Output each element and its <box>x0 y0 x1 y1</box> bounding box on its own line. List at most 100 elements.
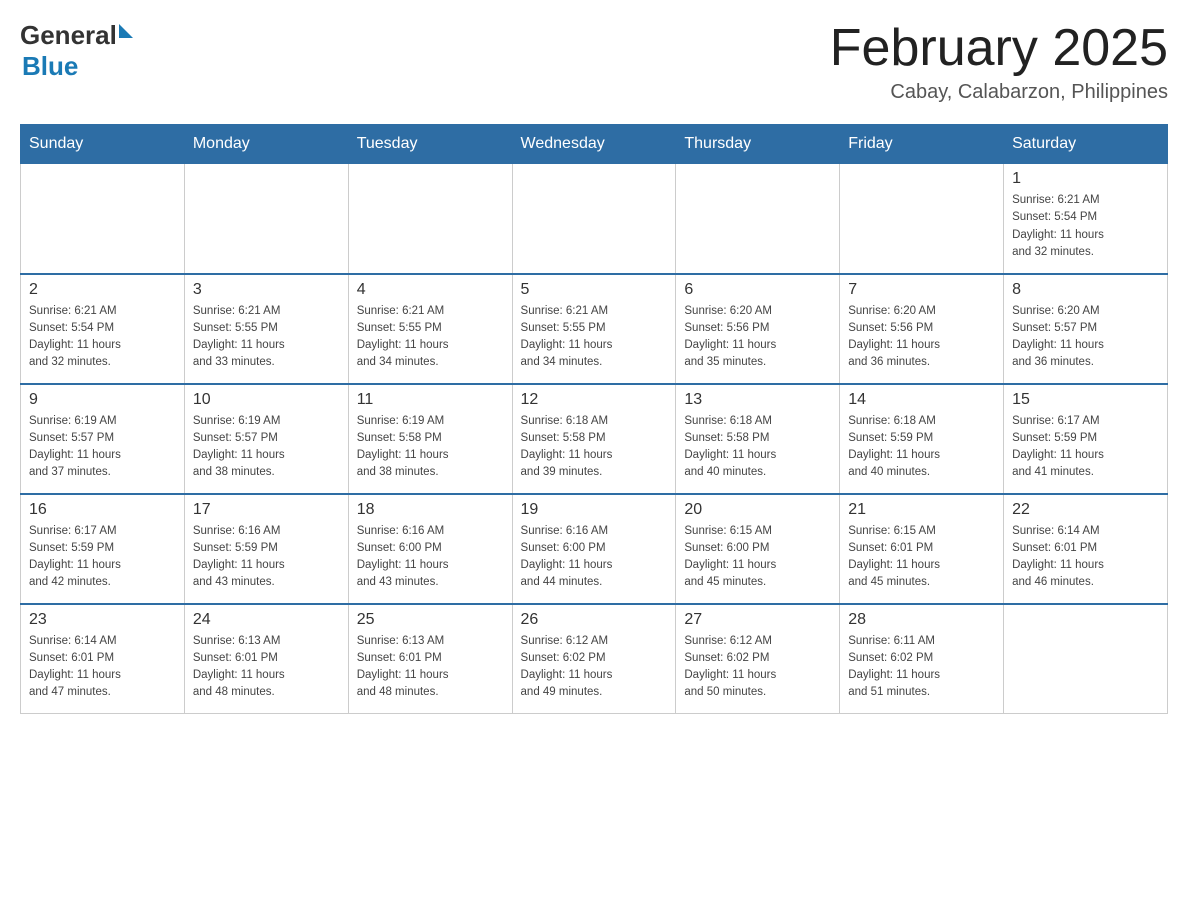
calendar-cell: 13 Sunrise: 6:18 AMSunset: 5:58 PMDayligh… <box>676 384 840 494</box>
day-number: 12 <box>521 391 668 409</box>
calendar-week-row: 2 Sunrise: 6:21 AMSunset: 5:54 PMDaylight… <box>21 274 1168 384</box>
calendar-cell: 1Sunrise: 6:21 AMSunset: 5:54 PMDaylight… <box>1004 164 1168 274</box>
day-number: 23 <box>29 611 176 629</box>
calendar-cell: 18 Sunrise: 6:16 AMSunset: 6:00 PMDayligh… <box>348 494 512 604</box>
day-number: 21 <box>848 501 995 519</box>
calendar-cell: 24 Sunrise: 6:13 AMSunset: 6:01 PMDayligh… <box>184 604 348 714</box>
calendar-cell <box>184 164 348 274</box>
day-info: Sunrise: 6:18 AMSunset: 5:58 PMDaylight:… <box>684 413 831 482</box>
day-info: Sunrise: 6:14 AMSunset: 6:01 PMDaylight:… <box>29 633 176 702</box>
calendar-week-row: 23 Sunrise: 6:14 AMSunset: 6:01 PMDayligh… <box>21 604 1168 714</box>
day-info: Sunrise: 6:20 AMSunset: 5:57 PMDaylight:… <box>1012 303 1159 372</box>
calendar-cell: 20 Sunrise: 6:15 AMSunset: 6:00 PMDayligh… <box>676 494 840 604</box>
page-header: General Blue February 2025 Cabay, Calaba… <box>20 20 1168 104</box>
calendar-cell <box>676 164 840 274</box>
day-of-week-header: Tuesday <box>348 125 512 164</box>
day-info: Sunrise: 6:19 AMSunset: 5:58 PMDaylight:… <box>357 413 504 482</box>
day-info: Sunrise: 6:15 AMSunset: 6:01 PMDaylight:… <box>848 523 995 592</box>
day-number: 13 <box>684 391 831 409</box>
calendar-cell: 15 Sunrise: 6:17 AMSunset: 5:59 PMDayligh… <box>1004 384 1168 494</box>
day-number: 15 <box>1012 391 1159 409</box>
day-number: 4 <box>357 281 504 299</box>
day-number: 17 <box>193 501 340 519</box>
day-number: 27 <box>684 611 831 629</box>
day-info: Sunrise: 6:19 AMSunset: 5:57 PMDaylight:… <box>193 413 340 482</box>
day-number: 20 <box>684 501 831 519</box>
day-info: Sunrise: 6:21 AMSunset: 5:55 PMDaylight:… <box>521 303 668 372</box>
calendar-cell: 3Sunrise: 6:21 AMSunset: 5:55 PMDaylight… <box>184 274 348 384</box>
day-number: 6 <box>684 281 831 299</box>
day-info: Sunrise: 6:16 AMSunset: 6:00 PMDaylight:… <box>357 523 504 592</box>
calendar-cell: 16Sunrise: 6:17 AMSunset: 5:59 PMDayligh… <box>21 494 185 604</box>
calendar-cell: 21 Sunrise: 6:15 AMSunset: 6:01 PMDayligh… <box>840 494 1004 604</box>
calendar-cell: 7 Sunrise: 6:20 AMSunset: 5:56 PMDaylight… <box>840 274 1004 384</box>
day-number: 2 <box>29 281 176 299</box>
calendar-cell: 23 Sunrise: 6:14 AMSunset: 6:01 PMDayligh… <box>21 604 185 714</box>
logo-general: General <box>20 20 117 51</box>
calendar-cell: 5 Sunrise: 6:21 AMSunset: 5:55 PMDaylight… <box>512 274 676 384</box>
calendar-cell <box>348 164 512 274</box>
day-number: 18 <box>357 501 504 519</box>
calendar-cell: 26Sunrise: 6:12 AMSunset: 6:02 PMDayligh… <box>512 604 676 714</box>
day-number: 22 <box>1012 501 1159 519</box>
day-info: Sunrise: 6:21 AMSunset: 5:54 PMDaylight:… <box>29 303 176 372</box>
day-info: Sunrise: 6:12 AMSunset: 6:02 PMDaylight:… <box>521 633 668 702</box>
calendar-cell <box>512 164 676 274</box>
calendar-cell: 22 Sunrise: 6:14 AMSunset: 6:01 PMDayligh… <box>1004 494 1168 604</box>
day-number: 24 <box>193 611 340 629</box>
calendar-cell: 28Sunrise: 6:11 AMSunset: 6:02 PMDayligh… <box>840 604 1004 714</box>
day-info: Sunrise: 6:20 AMSunset: 5:56 PMDaylight:… <box>684 303 831 372</box>
logo: General Blue <box>20 20 133 82</box>
day-info: Sunrise: 6:19 AMSunset: 5:57 PMDaylight:… <box>29 413 176 482</box>
day-number: 25 <box>357 611 504 629</box>
day-of-week-header: Wednesday <box>512 125 676 164</box>
logo-blue: Blue <box>22 51 78 82</box>
day-info: Sunrise: 6:13 AMSunset: 6:01 PMDaylight:… <box>193 633 340 702</box>
calendar-cell: 6 Sunrise: 6:20 AMSunset: 5:56 PMDaylight… <box>676 274 840 384</box>
day-info: Sunrise: 6:16 AMSunset: 6:00 PMDaylight:… <box>521 523 668 592</box>
location-subtitle: Cabay, Calabarzon, Philippines <box>830 81 1168 104</box>
calendar-cell: 14Sunrise: 6:18 AMSunset: 5:59 PMDayligh… <box>840 384 1004 494</box>
day-of-week-header: Saturday <box>1004 125 1168 164</box>
day-number: 11 <box>357 391 504 409</box>
day-number: 8 <box>1012 281 1159 299</box>
day-info: Sunrise: 6:13 AMSunset: 6:01 PMDaylight:… <box>357 633 504 702</box>
day-number: 5 <box>521 281 668 299</box>
calendar-week-row: 1Sunrise: 6:21 AMSunset: 5:54 PMDaylight… <box>21 164 1168 274</box>
day-number: 7 <box>848 281 995 299</box>
calendar-cell: 11 Sunrise: 6:19 AMSunset: 5:58 PMDayligh… <box>348 384 512 494</box>
calendar-cell: 17 Sunrise: 6:16 AMSunset: 5:59 PMDayligh… <box>184 494 348 604</box>
calendar-cell: 19 Sunrise: 6:16 AMSunset: 6:00 PMDayligh… <box>512 494 676 604</box>
calendar-week-row: 9Sunrise: 6:19 AMSunset: 5:57 PMDaylight… <box>21 384 1168 494</box>
calendar-table: SundayMondayTuesdayWednesdayThursdayFrid… <box>20 124 1168 714</box>
calendar-cell: 10 Sunrise: 6:19 AMSunset: 5:57 PMDayligh… <box>184 384 348 494</box>
day-number: 19 <box>521 501 668 519</box>
calendar-cell: 12 Sunrise: 6:18 AMSunset: 5:58 PMDayligh… <box>512 384 676 494</box>
day-of-week-header: Friday <box>840 125 1004 164</box>
calendar-cell: 25 Sunrise: 6:13 AMSunset: 6:01 PMDayligh… <box>348 604 512 714</box>
calendar-cell <box>1004 604 1168 714</box>
day-info: Sunrise: 6:16 AMSunset: 5:59 PMDaylight:… <box>193 523 340 592</box>
day-info: Sunrise: 6:20 AMSunset: 5:56 PMDaylight:… <box>848 303 995 372</box>
day-info: Sunrise: 6:14 AMSunset: 6:01 PMDaylight:… <box>1012 523 1159 592</box>
calendar-cell: 27 Sunrise: 6:12 AMSunset: 6:02 PMDayligh… <box>676 604 840 714</box>
calendar-cell: 9Sunrise: 6:19 AMSunset: 5:57 PMDaylight… <box>21 384 185 494</box>
day-info: Sunrise: 6:12 AMSunset: 6:02 PMDaylight:… <box>684 633 831 702</box>
day-info: Sunrise: 6:21 AMSunset: 5:54 PMDaylight:… <box>1012 192 1159 261</box>
day-number: 10 <box>193 391 340 409</box>
day-info: Sunrise: 6:18 AMSunset: 5:58 PMDaylight:… <box>521 413 668 482</box>
calendar-header-row: SundayMondayTuesdayWednesdayThursdayFrid… <box>21 125 1168 164</box>
day-of-week-header: Thursday <box>676 125 840 164</box>
day-of-week-header: Monday <box>184 125 348 164</box>
day-info: Sunrise: 6:11 AMSunset: 6:02 PMDaylight:… <box>848 633 995 702</box>
calendar-week-row: 16Sunrise: 6:17 AMSunset: 5:59 PMDayligh… <box>21 494 1168 604</box>
calendar-cell: 4 Sunrise: 6:21 AMSunset: 5:55 PMDaylight… <box>348 274 512 384</box>
day-number: 16 <box>29 501 176 519</box>
day-info: Sunrise: 6:21 AMSunset: 5:55 PMDaylight:… <box>357 303 504 372</box>
day-of-week-header: Sunday <box>21 125 185 164</box>
calendar-cell: 2 Sunrise: 6:21 AMSunset: 5:54 PMDaylight… <box>21 274 185 384</box>
calendar-cell <box>21 164 185 274</box>
logo-triangle-icon <box>119 24 133 38</box>
day-info: Sunrise: 6:17 AMSunset: 5:59 PMDaylight:… <box>1012 413 1159 482</box>
day-info: Sunrise: 6:15 AMSunset: 6:00 PMDaylight:… <box>684 523 831 592</box>
